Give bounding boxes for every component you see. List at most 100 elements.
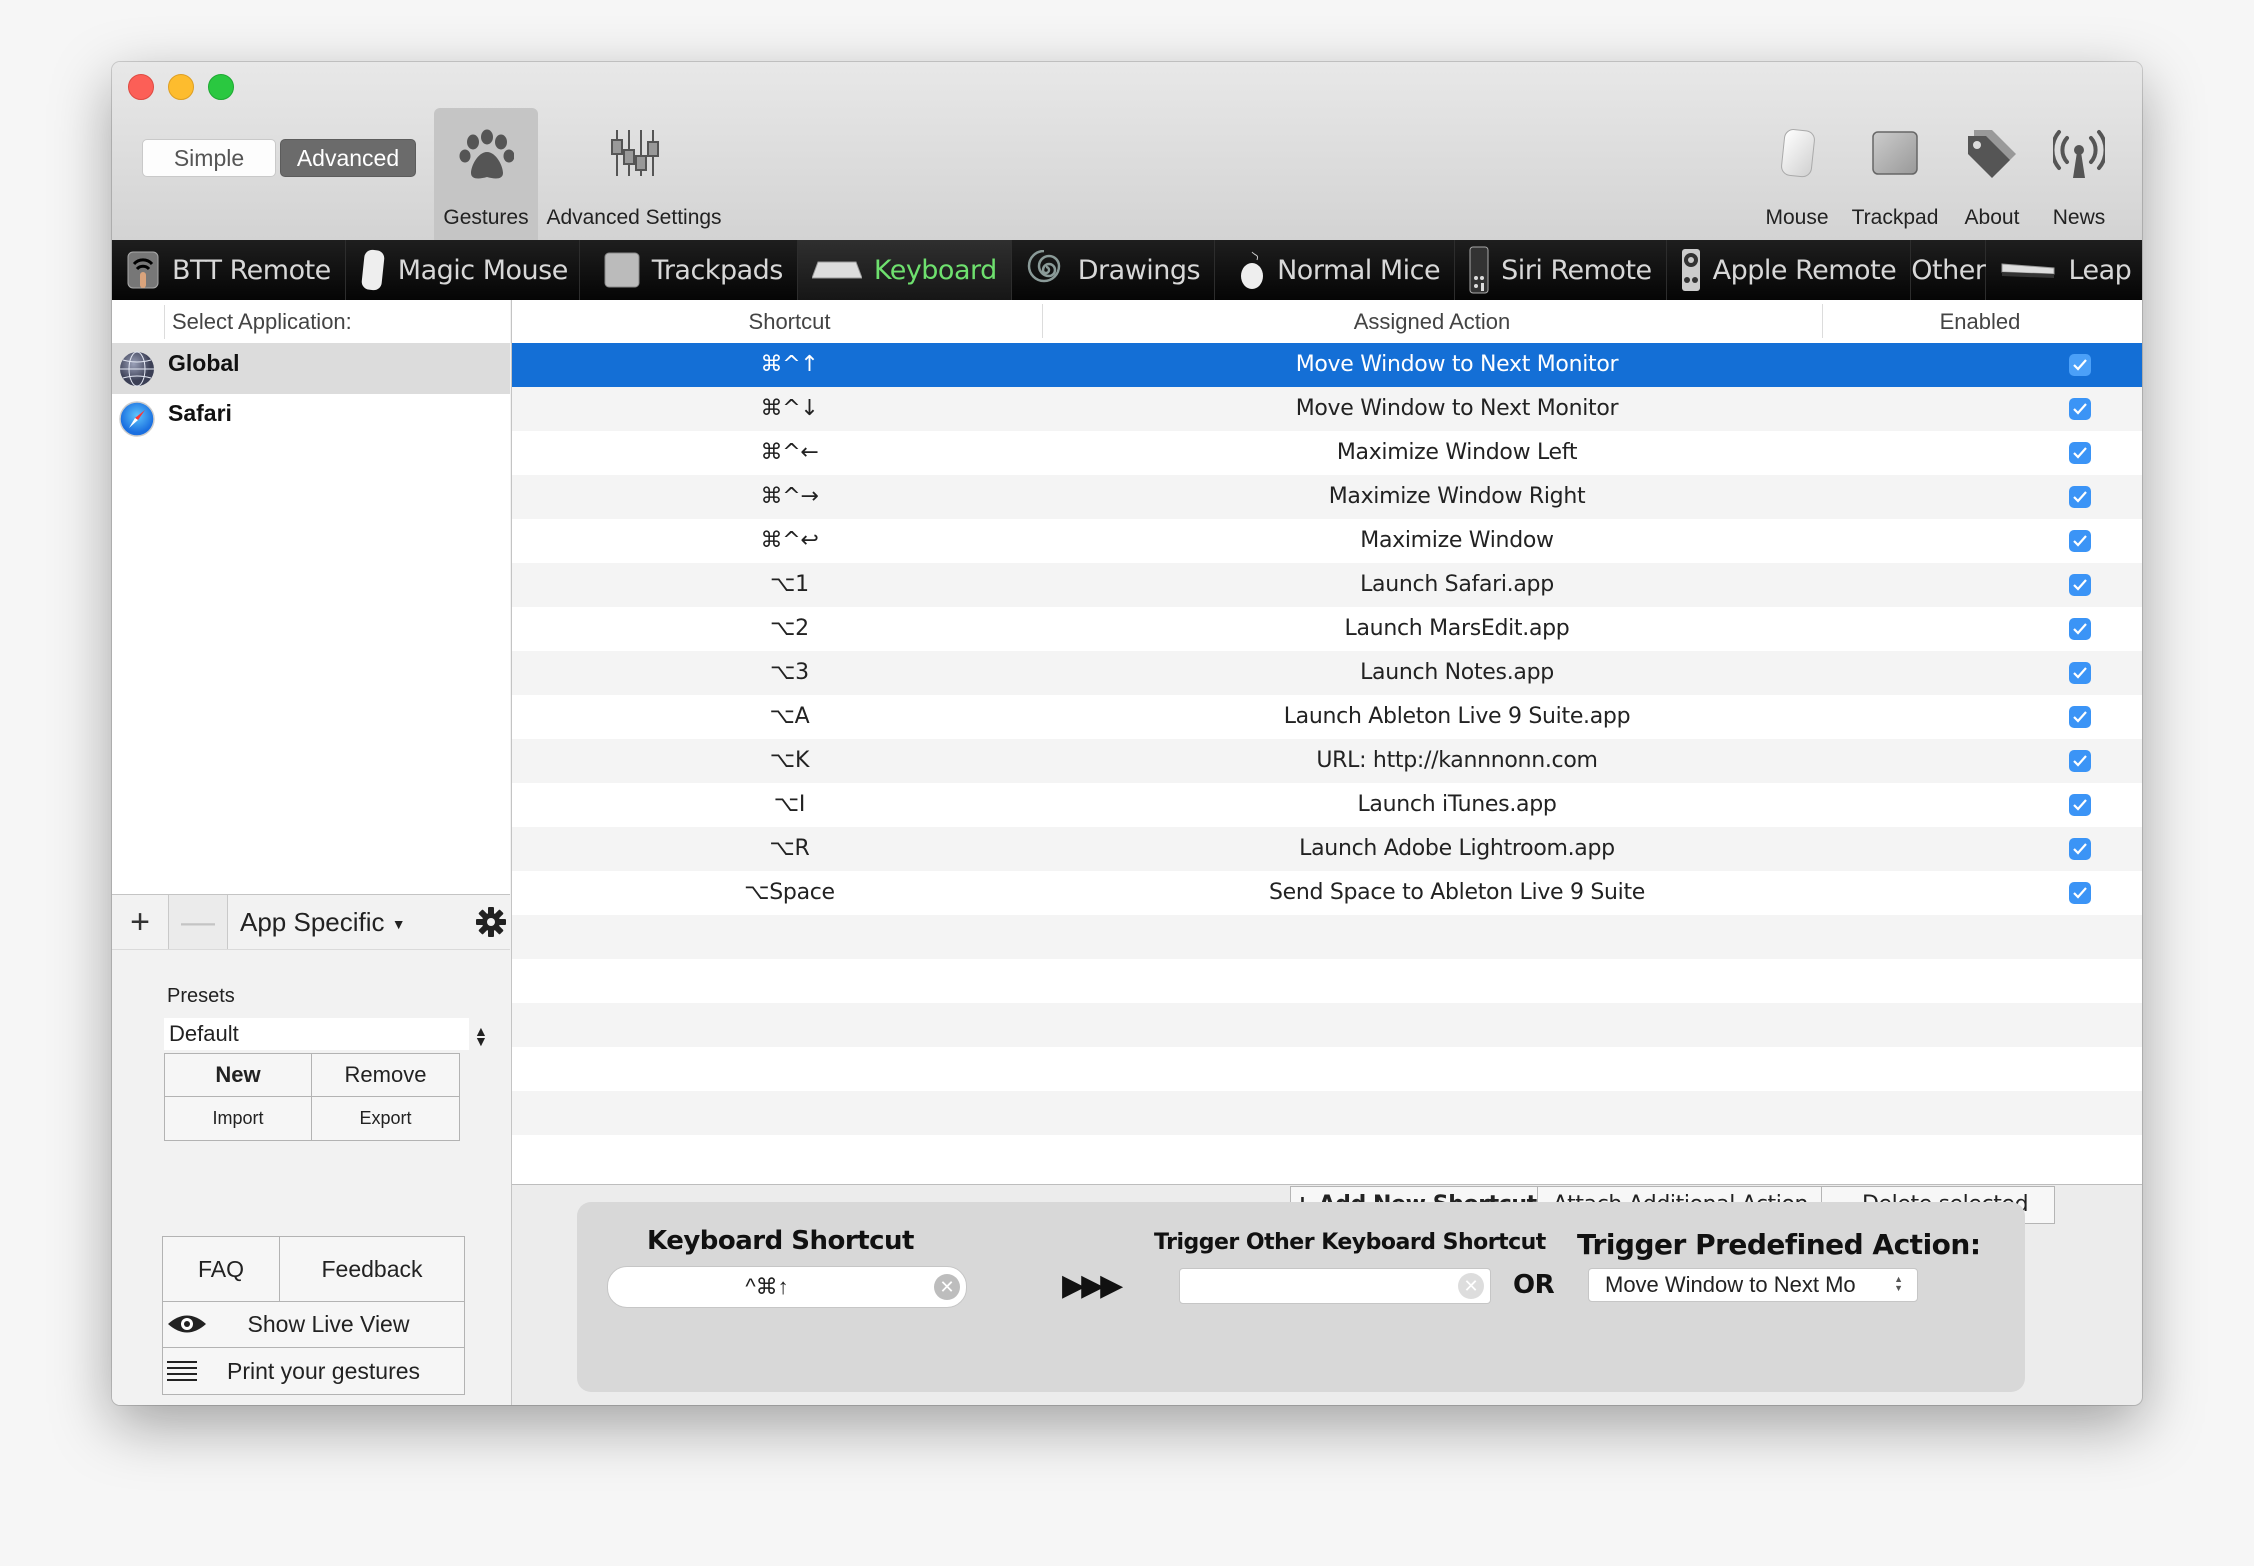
- clear-trigger-icon[interactable]: ✕: [1458, 1273, 1484, 1299]
- enabled-checkbox[interactable]: [2069, 530, 2091, 552]
- tab-siri-remote[interactable]: Siri Remote: [1455, 240, 1667, 300]
- tab-btt-remote-label: BTT Remote: [172, 254, 331, 286]
- column-header-action[interactable]: Assigned Action: [1042, 300, 1822, 343]
- enabled-checkbox[interactable]: [2069, 750, 2091, 772]
- table-row[interactable]: ⌥I Launch iTunes.app: [512, 783, 2142, 827]
- add-app-button[interactable]: +: [112, 895, 169, 949]
- toolbar-about-label: About: [1964, 206, 2020, 229]
- enabled-checkbox[interactable]: [2069, 398, 2091, 420]
- table-row[interactable]: ⌘^→ Maximize Window Right: [512, 475, 2142, 519]
- checkmark-icon: [2073, 579, 2087, 591]
- keyboard-shortcut-title: Keyboard Shortcut: [647, 1226, 914, 1256]
- tab-btt-remote[interactable]: BTT Remote: [112, 240, 346, 300]
- trigger-shortcut-field[interactable]: ✕: [1179, 1268, 1491, 1304]
- preset-select[interactable]: Default: [164, 1018, 469, 1050]
- empty-row: [512, 915, 2142, 959]
- clear-shortcut-icon[interactable]: ✕: [934, 1274, 960, 1300]
- checkmark-icon: [2073, 447, 2087, 459]
- tab-drawings-label: Drawings: [1077, 254, 1201, 286]
- action-cell: Maximize Window: [1360, 528, 1554, 553]
- btt-window: Simple Advanced Gestures Advanced Settin…: [112, 62, 2142, 1405]
- export-preset-button[interactable]: Export: [312, 1097, 459, 1140]
- table-row[interactable]: ⌘^↓ Move Window to Next Monitor: [512, 387, 2142, 431]
- trackpad-icon: [604, 252, 640, 288]
- preset-stepper-icon[interactable]: ▲ ▼: [474, 1024, 488, 1048]
- checkmark-icon: [2073, 623, 2087, 635]
- zoom-button[interactable]: [208, 74, 234, 100]
- keyboard-shortcut-field[interactable]: ^⌘↑ ✕: [607, 1266, 967, 1308]
- column-header-shortcut[interactable]: Shortcut: [512, 300, 1067, 343]
- checkmark-icon: [2073, 711, 2087, 723]
- tab-apple-remote-label: Apple Remote: [1712, 254, 1897, 286]
- table-row[interactable]: ⌥K URL: http://kannnonn.com: [512, 739, 2142, 783]
- tab-normal-mice[interactable]: Normal Mice: [1215, 240, 1456, 300]
- enabled-checkbox[interactable]: [2069, 442, 2091, 464]
- arrows-icon: ▶▶▶: [1062, 1269, 1123, 1302]
- tab-trackpads[interactable]: Trackpads: [580, 240, 798, 300]
- tab-leap[interactable]: Leap: [1986, 240, 2142, 300]
- toolbar-about[interactable]: About: [1942, 108, 2042, 240]
- tab-keyboard[interactable]: Keyboard: [797, 240, 1012, 300]
- checkmark-icon: [2073, 359, 2087, 371]
- print-gestures-button[interactable]: Print your gestures: [163, 1348, 464, 1394]
- remove-preset-button[interactable]: Remove: [312, 1054, 459, 1097]
- table-row[interactable]: ⌥A Launch Ableton Live 9 Suite.app: [512, 695, 2142, 739]
- tab-keyboard-label: Keyboard: [873, 254, 997, 286]
- table-header: Shortcut Assigned Action Enabled: [512, 300, 2142, 344]
- table-row[interactable]: ⌥R Launch Adobe Lightroom.app: [512, 827, 2142, 871]
- shortcut-cell: ⌘^↩: [760, 528, 819, 553]
- enabled-checkbox[interactable]: [2069, 838, 2091, 860]
- enabled-checkbox[interactable]: [2069, 794, 2091, 816]
- list-icon: [167, 1361, 197, 1381]
- toolbar-advanced-settings[interactable]: Advanced Settings: [544, 108, 724, 240]
- tab-magic-mouse[interactable]: Magic Mouse: [346, 240, 580, 300]
- enabled-checkbox[interactable]: [2069, 574, 2091, 596]
- tab-drawings[interactable]: Drawings: [1012, 240, 1216, 300]
- toolbar-news[interactable]: News: [2034, 108, 2124, 240]
- toolbar-trackpad[interactable]: Trackpad: [1840, 108, 1950, 240]
- remove-app-button[interactable]: —: [169, 895, 228, 949]
- column-header-enabled[interactable]: Enabled: [1822, 300, 2138, 343]
- advanced-mode-button[interactable]: Advanced: [280, 139, 416, 177]
- action-cell: Launch Ableton Live 9 Suite.app: [1283, 704, 1631, 729]
- enabled-checkbox[interactable]: [2069, 882, 2091, 904]
- show-live-view-button[interactable]: Show Live View: [163, 1302, 464, 1348]
- faq-button[interactable]: FAQ: [163, 1237, 280, 1302]
- feedback-button[interactable]: Feedback: [280, 1237, 464, 1302]
- enabled-checkbox[interactable]: [2069, 706, 2091, 728]
- import-preset-button[interactable]: Import: [165, 1097, 312, 1140]
- tag-icon: [1968, 130, 2016, 178]
- gear-icon[interactable]: [476, 907, 506, 937]
- table-row[interactable]: ⌘^↑ Move Window to Next Monitor: [512, 343, 2142, 387]
- table-row[interactable]: ⌥3 Launch Notes.app: [512, 651, 2142, 695]
- new-preset-button[interactable]: New: [165, 1054, 312, 1097]
- scope-menu[interactable]: App Specific ▼: [228, 907, 476, 938]
- tab-other[interactable]: Other: [1911, 240, 1987, 300]
- simple-mode-button[interactable]: Simple: [142, 139, 276, 177]
- enabled-checkbox[interactable]: [2069, 662, 2091, 684]
- app-item-global[interactable]: Global: [112, 344, 510, 394]
- table-row[interactable]: ⌥1 Launch Safari.app: [512, 563, 2142, 607]
- predefined-action-select[interactable]: Move Window to Next Mo ▲ ▼: [1588, 1268, 1918, 1302]
- table-row[interactable]: ⌘^← Maximize Window Left: [512, 431, 2142, 475]
- table-row[interactable]: ⌥Space Send Space to Ableton Live 9 Suite: [512, 871, 2142, 915]
- sidebar: Select Application: Global Safari + — Ap…: [112, 300, 512, 1405]
- empty-row: [512, 1091, 2142, 1135]
- table-row[interactable]: ⌥2 Launch MarsEdit.app: [512, 607, 2142, 651]
- enabled-checkbox[interactable]: [2069, 354, 2091, 376]
- spiral-icon: [1026, 250, 1066, 290]
- app-item-safari[interactable]: Safari: [112, 394, 510, 444]
- table-row[interactable]: ⌘^↩ Maximize Window: [512, 519, 2142, 563]
- close-button[interactable]: [128, 74, 154, 100]
- tab-apple-remote[interactable]: Apple Remote: [1667, 240, 1912, 300]
- toolbar-mouse[interactable]: Mouse: [1752, 108, 1842, 240]
- shortcut-cell: ⌥I: [773, 792, 806, 817]
- sliders-icon: [611, 130, 659, 176]
- enabled-checkbox[interactable]: [2069, 618, 2091, 640]
- shortcut-cell: ⌥1: [770, 572, 809, 597]
- apple-remote-icon: [1681, 248, 1701, 292]
- minimize-button[interactable]: [168, 74, 194, 100]
- enabled-checkbox[interactable]: [2069, 486, 2091, 508]
- tab-siri-remote-label: Siri Remote: [1501, 254, 1652, 286]
- toolbar-gestures[interactable]: Gestures: [434, 108, 538, 240]
